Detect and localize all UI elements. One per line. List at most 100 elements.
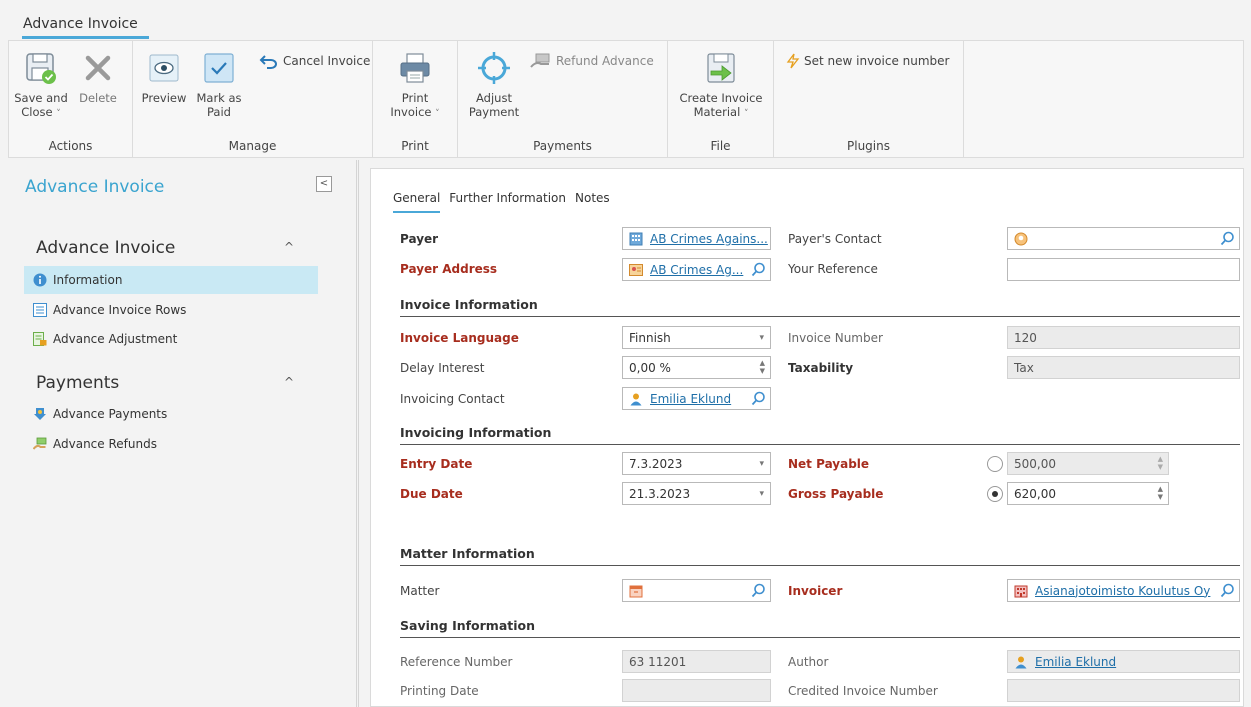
search-icon[interactable] bbox=[751, 583, 766, 598]
section-divider bbox=[400, 316, 1240, 317]
person-icon bbox=[630, 393, 642, 405]
preview-button[interactable]: Preview bbox=[139, 51, 189, 105]
nav-section-payments[interactable]: Payments bbox=[36, 373, 119, 393]
nav-item-label: Advance Payments bbox=[53, 407, 168, 421]
search-icon[interactable] bbox=[751, 391, 766, 406]
delay-interest-stepper[interactable]: 0,00 % ▲ ▼ bbox=[622, 356, 771, 379]
payers-contact-field[interactable] bbox=[1007, 227, 1240, 250]
spin-arrows-icon[interactable]: ▲ ▼ bbox=[760, 359, 765, 375]
chevron-up-icon[interactable]: ^ bbox=[284, 240, 294, 254]
matter-field[interactable] bbox=[622, 579, 771, 602]
payer-address-link[interactable]: AB Crimes Ag... bbox=[650, 263, 743, 277]
address-card-icon bbox=[629, 263, 643, 276]
contact-person-icon bbox=[1014, 232, 1028, 245]
refund-advance-button[interactable]: Refund Advance bbox=[530, 53, 654, 69]
author-link[interactable]: Emilia Eklund bbox=[1035, 655, 1116, 669]
your-reference-label: Your Reference bbox=[788, 262, 878, 276]
printer-icon bbox=[400, 53, 430, 83]
nav-item-advance-adjustment[interactable]: Advance Adjustment bbox=[24, 325, 318, 353]
gross-payable-value: 620,00 bbox=[1014, 486, 1056, 501]
tab-notes[interactable]: Notes bbox=[575, 191, 610, 213]
credited-invoice-number-field bbox=[1007, 679, 1240, 702]
entry-date-picker[interactable]: 7.3.2023 ▾ bbox=[622, 452, 771, 475]
mark-as-paid-button[interactable]: Mark as Paid bbox=[191, 51, 247, 119]
delete-button[interactable]: Delete bbox=[73, 51, 123, 105]
payer-field[interactable]: AB Crimes Agains... bbox=[622, 227, 771, 250]
cancel-invoice-button[interactable]: Cancel Invoice bbox=[259, 53, 370, 69]
nav-item-advance-invoice-rows[interactable]: Advance Invoice Rows bbox=[24, 296, 318, 324]
chevron-down-icon[interactable]: ▾ bbox=[759, 459, 764, 469]
invoice-number-label: Invoice Number bbox=[788, 331, 883, 345]
ribbon-group-print: Print Invoice ˅ Print bbox=[373, 41, 458, 157]
matter-label: Matter bbox=[400, 584, 440, 598]
tab-further-information[interactable]: Further Information bbox=[449, 191, 566, 213]
cancel-invoice-label: Cancel Invoice bbox=[283, 54, 371, 68]
create-invoice-material-button[interactable]: Create Invoice Material ˅ bbox=[672, 51, 770, 121]
nav-item-advance-payments[interactable]: Advance Payments bbox=[24, 400, 318, 428]
eye-icon bbox=[149, 54, 179, 82]
invoicing-contact-link[interactable]: Emilia Eklund bbox=[650, 392, 731, 406]
search-icon[interactable] bbox=[751, 262, 766, 277]
set-new-invoice-number-button[interactable]: Set new invoice number bbox=[786, 53, 949, 69]
credited-invoice-number-label: Credited Invoice Number bbox=[788, 684, 938, 698]
preview-label: Preview bbox=[141, 91, 187, 105]
nav-item-information[interactable]: Information bbox=[24, 266, 318, 294]
chevron-up-icon[interactable]: ^ bbox=[284, 375, 294, 389]
nav-section-advance-invoice[interactable]: Advance Invoice bbox=[36, 238, 175, 258]
nav-item-label: Information bbox=[53, 273, 123, 287]
matter-box-icon bbox=[629, 585, 643, 597]
section-title: Invoicing Information bbox=[400, 425, 552, 440]
entry-date-label: Entry Date bbox=[400, 457, 473, 471]
gross-payable-stepper[interactable]: 620,00 ▲ ▼ bbox=[1007, 482, 1169, 505]
nav-item-advance-refunds[interactable]: Advance Refunds bbox=[24, 430, 318, 458]
invoicing-contact-label: Invoicing Contact bbox=[400, 392, 505, 406]
payer-label: Payer bbox=[400, 232, 439, 246]
nav-item-label: Advance Refunds bbox=[53, 437, 157, 451]
invoicer-field[interactable]: Asianajotoimisto Koulutus Oy bbox=[1007, 579, 1240, 602]
search-icon[interactable] bbox=[1220, 583, 1235, 598]
your-reference-input[interactable] bbox=[1007, 258, 1240, 281]
main-panel: General Further Information Notes Payer … bbox=[370, 168, 1244, 707]
ribbon-group-plugins: Set new invoice number Plugins bbox=[774, 41, 964, 157]
search-icon[interactable] bbox=[1220, 231, 1235, 246]
chevron-down-icon: ˅ bbox=[435, 109, 440, 119]
chevron-down-icon[interactable]: ▾ bbox=[759, 333, 764, 343]
payer-address-field[interactable]: AB Crimes Ag... bbox=[622, 258, 771, 281]
ribbon: Save and Close ˅ Delete Actions Preview bbox=[8, 40, 1244, 158]
adjust-payment-button[interactable]: Adjust Payment bbox=[464, 51, 524, 119]
section-matter-information: Matter Information bbox=[400, 546, 1240, 566]
window-tab-title[interactable]: Advance Invoice bbox=[23, 16, 138, 32]
undo-arrow-icon bbox=[259, 55, 277, 69]
section-divider bbox=[400, 565, 1240, 566]
save-and-close-button[interactable]: Save and Close ˅ bbox=[11, 51, 71, 121]
invoice-language-select[interactable]: Finnish ▾ bbox=[622, 326, 771, 349]
create-invoice-material-label-1: Create Invoice bbox=[679, 91, 763, 105]
nav-item-label: Advance Adjustment bbox=[53, 332, 178, 346]
section-saving-information: Saving Information bbox=[400, 618, 1240, 638]
nav-title: Advance Invoice bbox=[25, 177, 165, 197]
spin-arrows-icon[interactable]: ▲ ▼ bbox=[1158, 485, 1163, 501]
mark-as-paid-label-2: Paid bbox=[207, 105, 231, 119]
ribbon-group-label-print: Print bbox=[401, 139, 429, 153]
ribbon-group-payments: Adjust Payment Refund Advance Payments bbox=[458, 41, 668, 157]
net-payable-radio[interactable] bbox=[987, 456, 1003, 472]
splitter[interactable] bbox=[358, 160, 362, 707]
invoicing-contact-field[interactable]: Emilia Eklund bbox=[622, 387, 771, 410]
gross-payable-radio[interactable] bbox=[987, 486, 1003, 502]
tab-general[interactable]: General bbox=[393, 191, 441, 213]
delay-interest-value: 0,00 % bbox=[629, 360, 671, 375]
collapse-nav-button[interactable]: < bbox=[316, 176, 332, 192]
printing-date-field bbox=[622, 679, 771, 702]
taxability-field: Tax bbox=[1007, 356, 1240, 379]
payer-link[interactable]: AB Crimes Agains... bbox=[650, 232, 768, 246]
lightning-icon bbox=[786, 53, 800, 69]
mark-as-paid-label-1: Mark as bbox=[196, 91, 242, 105]
money-hand-icon bbox=[33, 437, 47, 450]
section-invoice-information: Invoice Information bbox=[400, 297, 1240, 317]
chevron-down-icon[interactable]: ▾ bbox=[759, 489, 764, 499]
print-invoice-button[interactable]: Print Invoice ˅ bbox=[385, 51, 445, 121]
invoicer-link[interactable]: Asianajotoimisto Koulutus Oy bbox=[1035, 584, 1210, 598]
save-icon bbox=[26, 53, 56, 84]
due-date-picker[interactable]: 21.3.2023 ▾ bbox=[622, 482, 771, 505]
tab-strip: General Further Information Notes bbox=[393, 191, 610, 213]
